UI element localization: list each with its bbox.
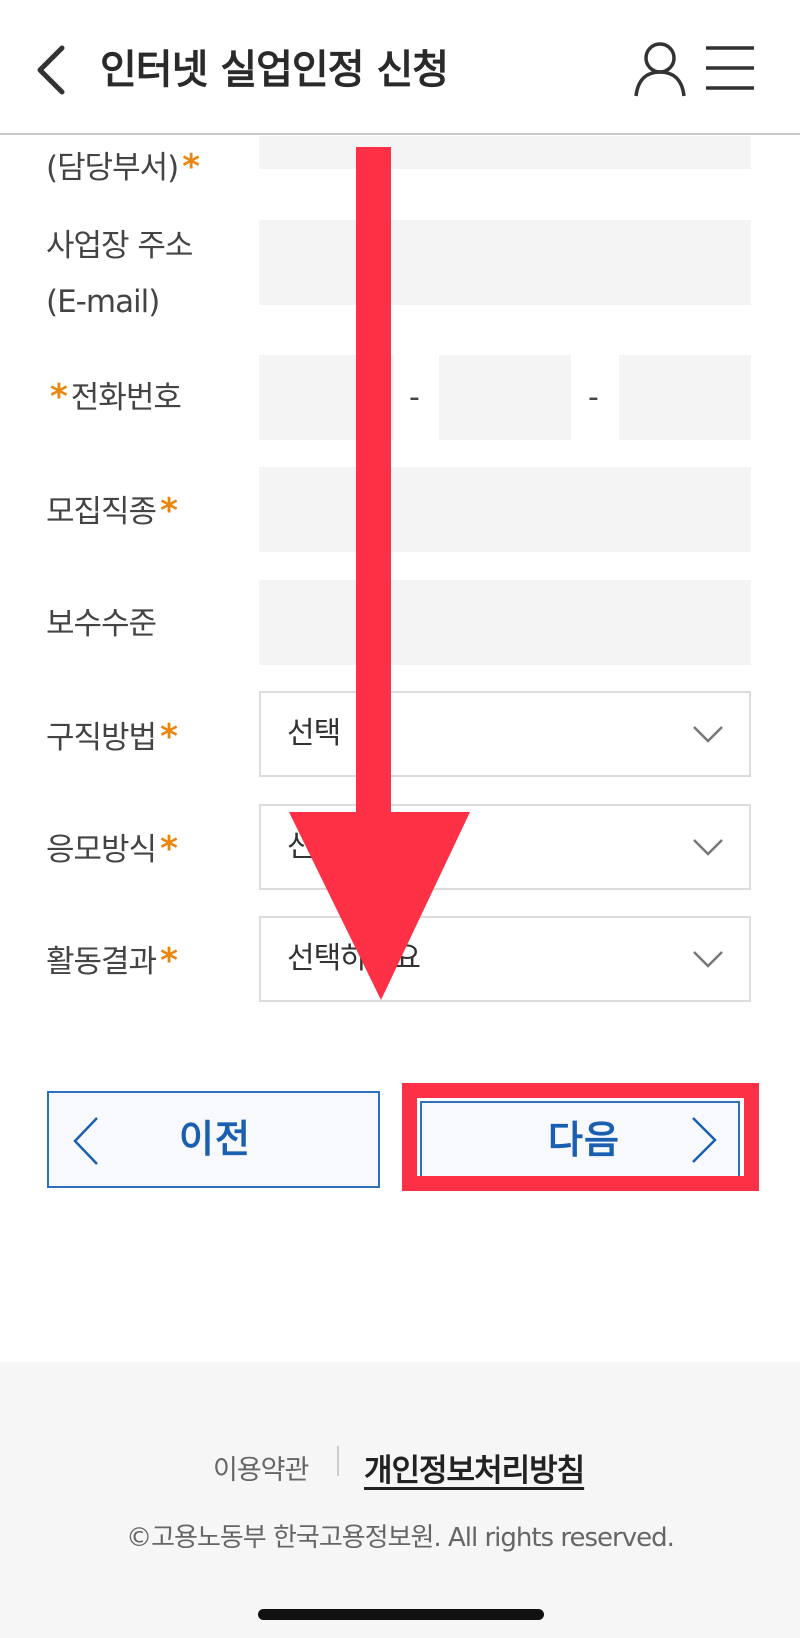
phone-separator: - [588,380,599,415]
prev-button-label: 이전 [179,1117,251,1161]
required-mark: * [160,941,178,981]
copyright: ©고용노동부 한국고용정보원. All rights reserved. [126,1523,675,1553]
method-label: 구직방법 * [46,717,178,757]
required-mark: * [160,491,178,531]
chevron-left-icon [73,1117,98,1165]
method-select[interactable]: 선택 [259,691,751,777]
phone-separator: - [409,380,420,415]
department-label: (담당부서) * [46,147,200,187]
result-select-value: 선택하세요 [287,941,421,976]
top-header: 인터넷 실업인정 신청 [0,0,800,135]
chevron-down-icon [693,951,723,968]
page-title: 인터넷 실업인정 신청 [100,47,449,93]
prev-button[interactable]: 이전 [47,1091,380,1188]
method-select-value: 선택 [287,716,341,751]
result-select[interactable]: 선택하세요 [259,916,751,1002]
required-mark: * [182,147,200,187]
footer: 이용약관 개인정보처리방침 ©고용노동부 한국고용정보원. All rights… [0,1362,800,1638]
department-input[interactable] [259,136,751,169]
required-mark: * [160,717,178,757]
home-indicator [258,1609,544,1620]
privacy-policy-link[interactable]: 개인정보처리방침 [364,1448,585,1494]
apply-label: 응모방식 * [46,829,178,869]
salary-input[interactable] [259,580,751,665]
chevron-down-icon [693,726,723,743]
hamburger-menu-icon[interactable] [704,44,756,92]
phone-input-2[interactable] [439,355,571,440]
chevron-left-icon[interactable] [28,40,78,100]
address-label-line2: (E-mail) [46,284,160,320]
phone-input-3[interactable] [619,355,751,440]
footer-divider [337,1446,339,1476]
apply-select-value: 선택하세요 [287,829,421,864]
required-mark: * [50,377,68,417]
salary-label: 보수수준 [46,606,157,642]
chevron-down-icon [693,839,723,856]
required-mark: * [160,829,178,869]
phone-input-1[interactable] [259,355,394,440]
result-label: 활동결과 * [46,941,178,981]
address-label-line1: 사업장 주소 [46,228,193,264]
phone-label: * 전화번호 [50,377,182,417]
address-input[interactable] [259,220,751,305]
job-type-input[interactable] [259,467,751,552]
terms-link[interactable]: 이용약관 [213,1448,309,1494]
job-type-label: 모집직종 * [46,491,178,531]
user-icon[interactable] [632,40,688,98]
next-button-highlight [402,1083,759,1191]
apply-select[interactable]: 선택하세요 [259,804,751,890]
